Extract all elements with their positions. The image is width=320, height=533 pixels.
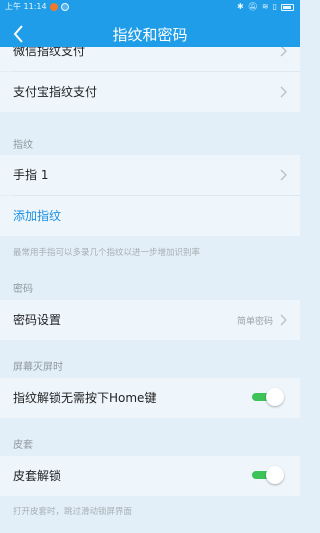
- row-label: 支付宝指纹支付: [13, 85, 98, 99]
- toggle-thumb: [266, 466, 284, 484]
- settings-list: 微信指纹支付 支付宝指纹支付 指纹 手指 1 添加指纹 最常用手指可以多录几个指…: [0, 47, 300, 533]
- chevron-right-icon: [280, 314, 287, 326]
- row-label: 手指 1: [13, 168, 49, 182]
- cover-unlock-row: 皮套解锁: [0, 456, 300, 496]
- password-settings-row[interactable]: 密码设置 简单密码: [0, 300, 300, 340]
- app-notification-icon: [60, 3, 69, 11]
- finger-1-row[interactable]: 手指 1: [0, 155, 300, 195]
- fingerprint-unlock-toggle[interactable]: [252, 388, 284, 406]
- password-type-value: 简单密码: [236, 317, 273, 327]
- section-title-password: 密码: [13, 284, 33, 295]
- chevron-right-icon: [280, 47, 287, 57]
- sim-icon: ▯: [272, 2, 277, 11]
- row-label: 微信指纹支付: [13, 47, 86, 58]
- fingerprint-hint: 最常用手指可以多录几个指纹以进一步增加识别率: [13, 248, 201, 258]
- bluetooth-icon: ✱: [237, 2, 244, 11]
- alipay-fingerprint-pay-row[interactable]: 支付宝指纹支付: [0, 72, 300, 112]
- add-fingerprint-link: 添加指纹: [13, 209, 62, 223]
- add-fingerprint-row[interactable]: 添加指纹: [0, 196, 300, 236]
- status-time: 上午 11:14: [5, 2, 47, 11]
- cover-hint: 打开皮套时，跳过滑动锁屏界面: [13, 507, 133, 517]
- cover-unlock-toggle[interactable]: [252, 466, 284, 484]
- chevron-right-icon: [280, 169, 287, 181]
- app-header: 上午 11:14 ✱ 🔕︎ ≋ ▯ 指纹和密码: [0, 0, 300, 47]
- row-label: 密码设置: [13, 313, 62, 327]
- wechat-fingerprint-pay-row[interactable]: 微信指纹支付: [0, 47, 300, 71]
- wifi-icon: ≋: [261, 2, 269, 11]
- mute-icon: 🔕︎: [247, 2, 258, 11]
- toggle-thumb: [266, 388, 284, 406]
- notification-icon: [49, 3, 58, 11]
- battery-icon: [281, 3, 294, 11]
- row-label: 皮套解锁: [13, 469, 62, 483]
- row-label: 指纹解锁无需按下Home键: [13, 391, 157, 405]
- section-title-cover: 皮套: [13, 440, 33, 451]
- page-title: 指纹和密码: [112, 26, 188, 44]
- status-bar: 上午 11:14 ✱ 🔕︎ ≋ ▯: [0, 0, 300, 14]
- fingerprint-unlock-no-home-row: 指纹解锁无需按下Home键: [0, 378, 300, 418]
- section-title-fingerprint: 指纹: [13, 140, 33, 151]
- chevron-right-icon: [280, 86, 287, 98]
- section-title-screen-off: 屏幕灭屏时: [13, 362, 63, 373]
